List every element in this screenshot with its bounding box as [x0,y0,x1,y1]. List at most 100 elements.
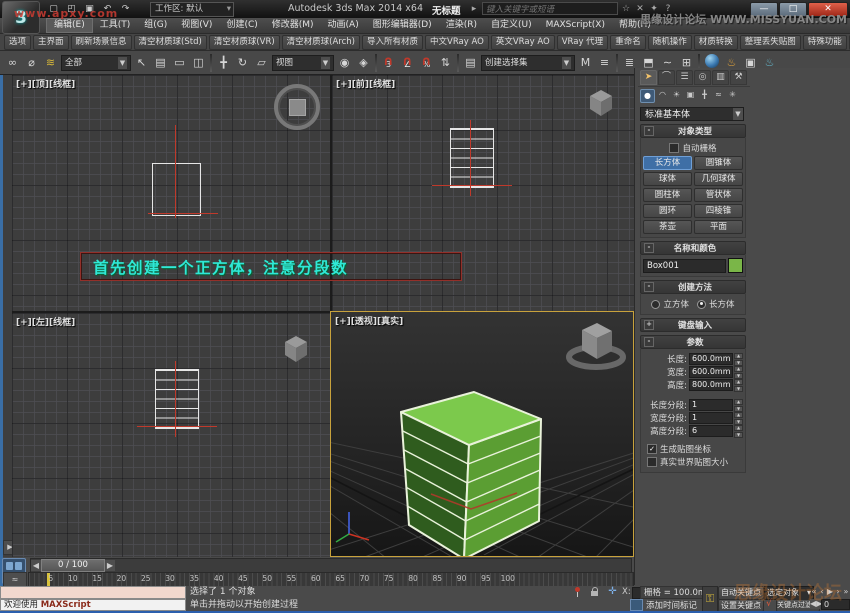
pin-stack-icon[interactable] [570,586,583,598]
menu-item[interactable]: 视图(V) [174,18,219,33]
unlink-icon[interactable]: ⌀ [23,54,40,71]
rect-selection-icon[interactable]: ▭ [171,54,188,71]
cylinder-button[interactable]: 圆柱体 [643,188,692,202]
select-by-name-icon[interactable]: ▤ [152,54,169,71]
helpers-icon[interactable]: ╋ [698,89,711,101]
script-button[interactable]: 清空材质球(VR) [209,35,280,50]
set-keys-button[interactable]: ⚿ [702,586,718,612]
box-wireframe-front[interactable] [450,128,494,188]
cameras-icon[interactable]: ▣ [684,89,697,101]
go-end-button[interactable]: » [842,586,850,598]
spinner-stepper[interactable]: ▲▼ [734,425,743,437]
maxscript-listener-welcome[interactable]: 欢迎使用 MAXScript [0,599,186,611]
menu-item[interactable]: 工具(T) [93,18,138,33]
tab-utilities[interactable]: ⚒ [730,70,747,85]
spinner-stepper[interactable]: ▲▼ [734,412,743,424]
script-button[interactable]: 重命名 [610,35,646,50]
cube-radio[interactable]: 立方体 [651,298,689,310]
collapse-icon[interactable]: - [644,337,654,347]
value-field[interactable]: 1 [689,412,733,424]
rotate-icon[interactable]: ↻ [234,54,251,71]
use-pivot-icon[interactable]: ◉ [336,54,353,71]
viewcube-front-icon[interactable] [586,87,616,119]
collapse-icon[interactable]: - [644,243,654,253]
value-field[interactable]: 800.0mm [689,379,733,391]
manipulate-icon[interactable]: ◈ [355,54,372,71]
script-button[interactable]: 材质转换 [694,35,738,50]
prev-frame-arrow[interactable]: ◀ [31,560,41,571]
menu-item[interactable]: 动画(A) [321,18,366,33]
toolbar-separator[interactable] [616,54,618,72]
value-field[interactable]: 600.0mm [689,366,733,378]
autogrid-checkbox[interactable] [669,143,679,153]
track-bar[interactable]: 5101520253035404550556065707580859095100 [28,572,634,587]
tab-create[interactable]: ➤ [640,70,657,85]
window-crossing-icon[interactable]: ◫ [190,54,207,71]
search-input[interactable] [482,2,618,15]
time-slider-handle[interactable]: 0 / 100 [41,559,105,572]
menu-item[interactable]: 自定义(U) [484,18,539,33]
script-button[interactable]: 主界面 [33,35,69,50]
menu-item[interactable]: 编辑(E) [46,18,93,33]
script-button[interactable]: 整理丢失贴图 [740,35,801,50]
tab-display[interactable]: ▥ [712,70,729,85]
spinner-stepper[interactable]: ▲▼ [734,399,743,411]
box-button[interactable]: 长方体 [643,156,692,170]
bind-spacewarp-icon[interactable]: ≋ [42,54,59,71]
spinner-stepper[interactable]: ▲▼ [734,353,743,365]
viewport-left[interactable]: [+][左][线框] [12,313,330,557]
snap-3d-icon[interactable]: 3 [380,54,397,71]
geosphere-button[interactable]: 几何球体 [694,172,743,186]
selection-lock-icon[interactable] [588,586,601,598]
viewport-top-label[interactable]: [+][顶][线框] [16,77,75,90]
menu-item[interactable]: 创建(C) [219,18,264,33]
script-button[interactable]: 中文VRay AO [425,35,489,50]
time-slider[interactable]: ◀ 0 / 100 ▶ [30,558,632,573]
script-button[interactable]: 英文VRay AO [491,35,555,50]
selection-filter-dropdown[interactable]: 全部▼ [61,55,131,71]
script-button[interactable]: 刷新场景信息 [71,35,132,50]
isolate-selection-icon[interactable] [630,599,643,611]
scale-icon[interactable]: ▱ [253,54,270,71]
script-button[interactable]: 清空材质球(Arch) [282,35,360,50]
box-wireframe-left[interactable] [155,369,199,429]
mini-curve-editor-button[interactable]: ≈ [3,572,27,587]
viewport-left-label[interactable]: [+][左][线框] [16,315,75,328]
toolbar-separator[interactable] [375,54,377,72]
tube-button[interactable]: 管状体 [694,188,743,202]
pyramid-button[interactable]: 四棱锥 [694,204,743,218]
tab-motion[interactable]: ◎ [694,70,711,85]
tab-hierarchy[interactable]: ☰ [676,70,693,85]
script-button[interactable]: 特殊功能 [803,35,847,50]
mirror-icon[interactable]: M [577,54,594,71]
box-radio[interactable]: 长方体 [697,298,735,310]
value-field[interactable]: 600.0mm [689,353,733,365]
spinner-stepper[interactable]: ▲▼ [734,379,743,391]
redo-icon[interactable]: ↷ [118,3,133,15]
spinner-snap-icon[interactable]: ⇅ [437,54,454,71]
search-arrow-icon[interactable]: ▸ [468,4,480,14]
sphere-button[interactable]: 球体 [643,172,692,186]
viewport-perspective-label[interactable]: [+][透视][真实] [335,314,403,327]
value-field[interactable]: 1 [689,399,733,411]
menu-item[interactable]: 渲染(R) [439,18,484,33]
expand-icon[interactable]: + [644,320,654,330]
move-icon[interactable]: ╋ [215,54,232,71]
named-selection-sets-dropdown[interactable]: 创建选择集▼ [481,55,575,71]
percent-snap-icon[interactable]: % [418,54,435,71]
value-field[interactable]: 6 [689,425,733,437]
script-button[interactable]: 随机操作 [648,35,692,50]
next-frame-arrow[interactable]: ▶ [105,560,115,571]
absolute-mode-icon[interactable]: ✛ [606,586,619,598]
angle-snap-icon[interactable]: ∠ [399,54,416,71]
collapse-icon[interactable]: - [644,126,654,136]
viewport-front-label[interactable]: [+][前][线框] [336,77,395,90]
script-button[interactable]: 清空材质球(Std) [134,35,207,50]
object-name-field[interactable]: Box001 [643,259,726,273]
material-editor-icon[interactable] [705,54,719,68]
add-time-tag-group[interactable]: 添加时间标记 [630,599,697,611]
edit-named-sets-icon[interactable]: ▤ [462,54,479,71]
select-link-icon[interactable]: ∞ [4,54,21,71]
menu-item[interactable]: 图形编辑器(D) [366,18,439,33]
toolbar-separator[interactable] [210,54,212,72]
